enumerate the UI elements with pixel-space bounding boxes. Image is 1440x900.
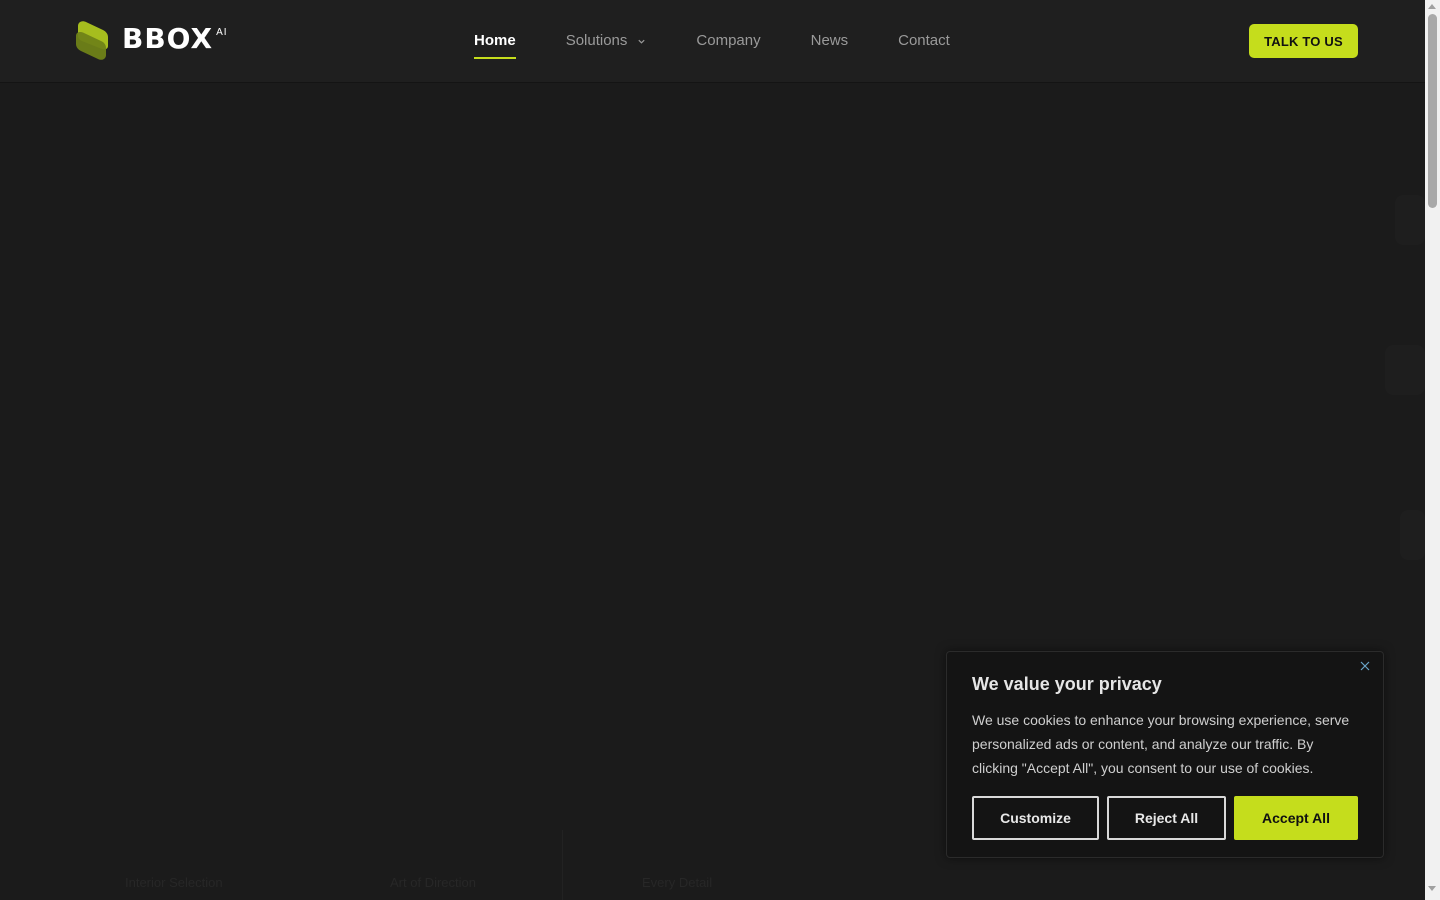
- site-header: BBOX AI Home Solutions Company News Conta…: [0, 0, 1425, 82]
- main-nav: Home Solutions Company News Contact: [474, 0, 1000, 82]
- accept-all-button[interactable]: Accept All: [1234, 796, 1358, 840]
- customize-button[interactable]: Customize: [972, 796, 1099, 840]
- nav-company[interactable]: Company: [696, 31, 760, 51]
- nav-contact[interactable]: Contact: [898, 31, 950, 51]
- background-label: Every Detail: [642, 875, 713, 890]
- page-scrollbar[interactable]: [1425, 0, 1440, 900]
- nav-home[interactable]: Home: [474, 31, 516, 59]
- background-label: Interior Selection: [125, 875, 223, 890]
- logo-icon: [76, 21, 108, 60]
- nav-news[interactable]: News: [811, 31, 849, 51]
- logo-text: BBOX AI: [122, 21, 228, 55]
- chevron-down-icon: [638, 39, 646, 44]
- scroll-up-arrow-icon[interactable]: [1428, 4, 1436, 9]
- scroll-down-arrow-icon[interactable]: [1428, 886, 1436, 891]
- talk-to-us-button[interactable]: TALK TO US: [1249, 24, 1358, 58]
- background-shape: [1385, 345, 1425, 395]
- cookie-consent-dialog: We value your privacy We use cookies to …: [946, 651, 1384, 858]
- close-icon[interactable]: [1359, 660, 1371, 672]
- page: BBOX AI Home Solutions Company News Conta…: [0, 0, 1440, 900]
- cookie-title: We value your privacy: [972, 674, 1162, 694]
- background-label: Art of Direction: [390, 875, 476, 890]
- logo-superscript: AI: [216, 26, 228, 38]
- scrollbar-thumb[interactable]: [1428, 14, 1437, 208]
- logo[interactable]: BBOX AI: [74, 20, 228, 62]
- reject-all-button[interactable]: Reject All: [1107, 796, 1226, 840]
- background-shape: [1395, 195, 1425, 245]
- cookie-description: We use cookies to enhance your browsing …: [972, 712, 1350, 776]
- background-divider: [562, 830, 563, 900]
- background-shape: [1400, 510, 1425, 560]
- nav-solutions[interactable]: Solutions: [566, 31, 647, 51]
